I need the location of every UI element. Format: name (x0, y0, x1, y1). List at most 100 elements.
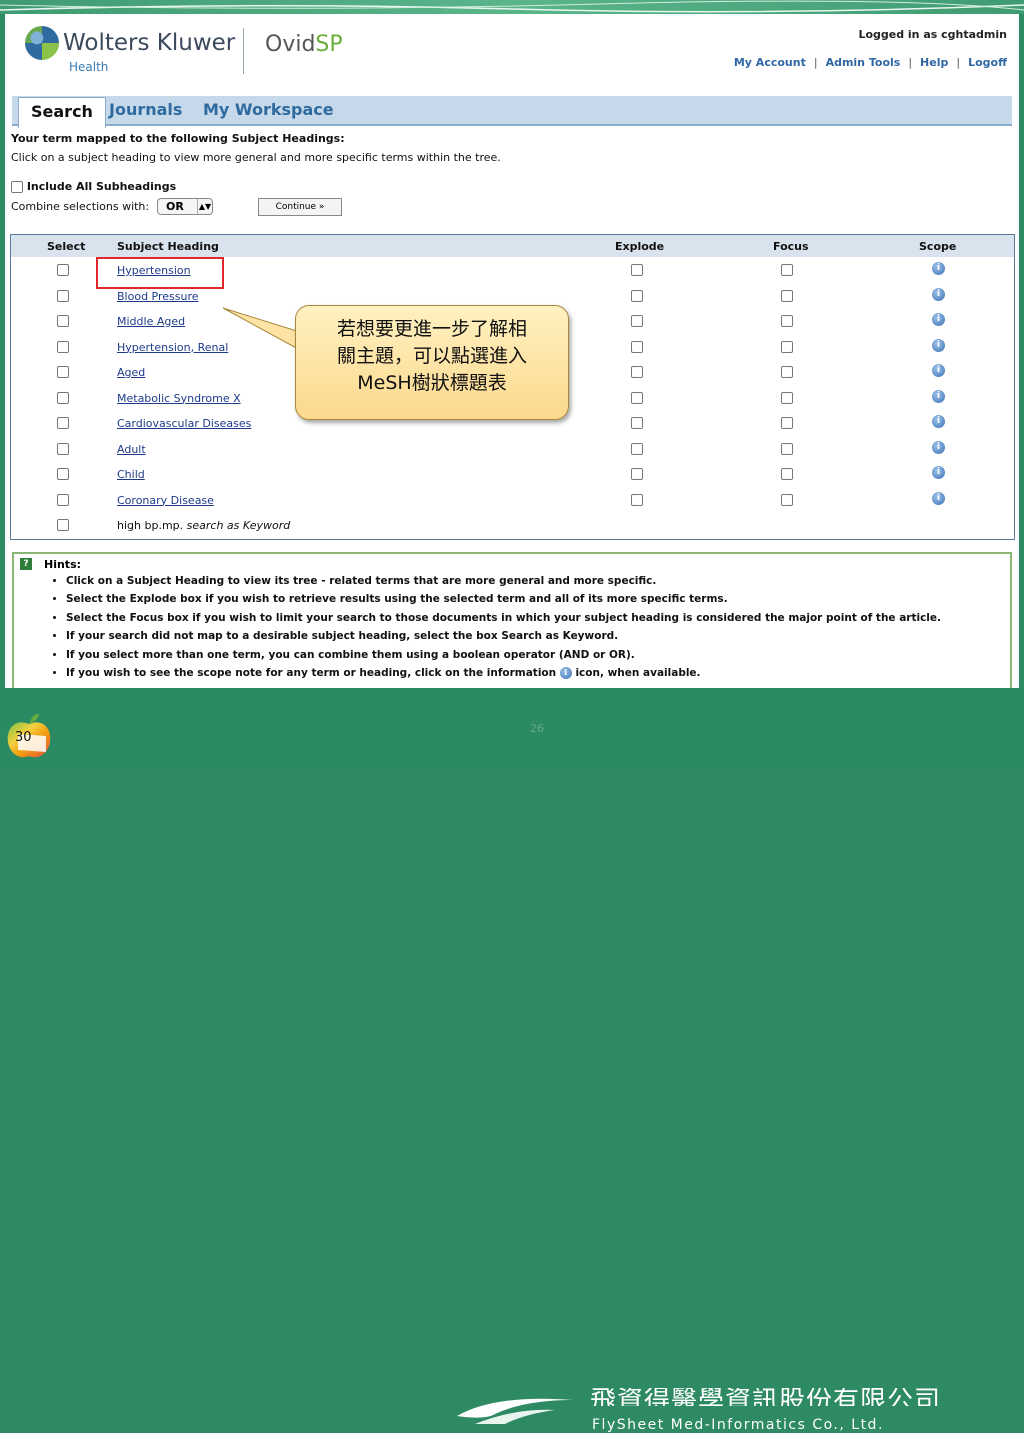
keyword-row: high bp.mp. search as Keyword (11, 514, 1014, 539)
brand-divider (243, 28, 244, 74)
select-checkbox[interactable] (57, 493, 69, 506)
mapping-intro: Your term mapped to the following Subjec… (11, 132, 345, 145)
focus-checkbox[interactable] (781, 442, 793, 455)
scope-info-icon[interactable]: i (932, 491, 945, 505)
header-focus: Focus (773, 240, 809, 253)
subject-heading-link[interactable]: Child (117, 468, 145, 481)
focus-checkbox[interactable] (781, 493, 793, 506)
my-account-link[interactable]: My Account (734, 56, 806, 69)
keyword-term: high bp.mp. search as Keyword (117, 519, 290, 532)
subject-heading-link[interactable]: Metabolic Syndrome X (117, 392, 241, 405)
company-name-en: FlySheet Med-Informatics Co., Ltd. (592, 1417, 884, 1433)
scope-info-icon[interactable]: i (932, 338, 945, 352)
scope-info-icon[interactable]: i (932, 440, 945, 454)
scope-info-icon[interactable]: i (932, 287, 945, 301)
scope-info-icon[interactable]: i (932, 466, 945, 479)
help-question-icon: ? (20, 558, 32, 570)
scope-info-icon[interactable]: i (932, 313, 945, 326)
scope-info-icon[interactable]: i (932, 389, 945, 403)
table-row: Child i (11, 463, 1014, 488)
select-checkbox[interactable] (57, 468, 69, 480)
select-checkbox[interactable] (57, 417, 69, 429)
explode-checkbox[interactable] (631, 417, 643, 429)
explode-checkbox[interactable] (631, 442, 643, 455)
subject-heading-link[interactable]: Aged (117, 366, 145, 379)
include-subheadings-checkbox[interactable] (11, 181, 23, 193)
select-checkbox[interactable] (57, 442, 69, 455)
link-separator: | (813, 56, 818, 69)
explode-checkbox[interactable] (631, 391, 643, 404)
hints-list: Click on a Subject Heading to view its t… (52, 574, 941, 684)
scope-info-icon[interactable]: i (932, 415, 945, 428)
scope-info-icon[interactable]: i (932, 364, 945, 377)
subject-heading-link[interactable]: Cardiovascular Diseases (117, 417, 251, 430)
explode-checkbox[interactable] (631, 315, 643, 327)
link-separator: | (956, 56, 961, 69)
brand-name: Wolters Kluwer (63, 30, 236, 56)
focus-checkbox[interactable] (781, 289, 793, 302)
focus-checkbox[interactable] (781, 417, 793, 429)
keyword-term-text: high bp.mp. (117, 519, 184, 532)
highlight-box (96, 257, 224, 289)
help-link[interactable]: Help (920, 56, 948, 69)
select-checkbox[interactable] (57, 289, 69, 302)
admin-tools-link[interactable]: Admin Tools (826, 56, 901, 69)
brand-sub: Health (69, 60, 109, 74)
hint-text: If you wish to see the scope note for an… (66, 666, 557, 679)
header-select: Select (47, 240, 86, 253)
continue-button[interactable]: Continue » (258, 198, 342, 216)
hint-item: If you wish to see the scope note for an… (66, 666, 941, 682)
callout-line-2: 關主題，可以點選進入 (336, 345, 527, 367)
focus-checkbox[interactable] (781, 391, 793, 404)
select-checkbox[interactable] (57, 391, 69, 404)
combine-label: Combine selections with: (11, 200, 150, 213)
focus-checkbox[interactable] (781, 315, 793, 327)
tab-my-workspace[interactable]: My Workspace (203, 100, 334, 119)
select-checkbox[interactable] (57, 264, 69, 276)
focus-checkbox[interactable] (781, 264, 793, 276)
company-name-cn: 飛資得醫學資訊股份有限公司 (590, 1388, 942, 1406)
subject-heading-link[interactable]: Coronary Disease (117, 494, 214, 507)
explode-checkbox[interactable] (631, 493, 643, 506)
combine-operator-select[interactable]: OR ▲▼ (157, 198, 213, 215)
logoff-link[interactable]: Logoff (968, 56, 1007, 69)
account-links: My Account | Admin Tools | Help | Logoff (734, 56, 1007, 69)
hint-item: If you select more than one term, you ca… (66, 648, 941, 664)
mapping-instructions: Click on a subject heading to view more … (11, 151, 501, 164)
footer-band: 飛資得醫學資訊股份有限公司 FlySheet Med-Informatics C… (0, 688, 1024, 1433)
combine-operator-value: OR (166, 200, 184, 213)
product-name: Ovid (265, 32, 316, 57)
top-decoration-band (0, 0, 1024, 14)
subject-heading-link[interactable]: Adult (117, 443, 146, 456)
focus-checkbox[interactable] (781, 340, 793, 353)
explode-checkbox[interactable] (631, 289, 643, 302)
hints-panel: ? Hints: Click on a Subject Heading to v… (12, 552, 1012, 688)
explode-checkbox[interactable] (631, 340, 643, 353)
select-checkbox[interactable] (57, 340, 69, 353)
keyword-term-suffix: search as Keyword (186, 519, 291, 532)
header-explode: Explode (615, 240, 665, 253)
table-row: Coronary Disease i (11, 489, 1014, 514)
explode-checkbox[interactable] (631, 366, 643, 378)
header-scope: Scope (919, 240, 957, 253)
subject-heading-link[interactable]: Hypertension, Renal (117, 341, 228, 354)
focus-checkbox[interactable] (781, 468, 793, 480)
focus-checkbox[interactable] (781, 366, 793, 378)
subject-heading-link[interactable]: Blood Pressure (117, 290, 199, 303)
product-logo: OvidSP (265, 32, 343, 57)
wolters-kluwer-logo-icon (25, 26, 59, 60)
tab-search[interactable]: Search (18, 97, 106, 128)
select-checkbox[interactable] (57, 519, 69, 531)
callout-line-3: MeSH樹狀標題表 (357, 372, 507, 394)
subject-heading-link[interactable]: Middle Aged (117, 315, 185, 328)
select-checkbox[interactable] (57, 315, 69, 327)
slide-number: 30 (15, 730, 32, 745)
select-checkbox[interactable] (57, 366, 69, 378)
slide-content: Wolters Kluwer Health OvidSP Logged in a… (5, 14, 1019, 688)
table-row: Adult i (11, 438, 1014, 463)
explode-checkbox[interactable] (631, 264, 643, 276)
scope-info-icon[interactable]: i (932, 262, 945, 275)
hint-item: Select the Focus box if you wish to limi… (66, 611, 941, 627)
tab-journals[interactable]: Journals (109, 100, 182, 119)
explode-checkbox[interactable] (631, 468, 643, 480)
